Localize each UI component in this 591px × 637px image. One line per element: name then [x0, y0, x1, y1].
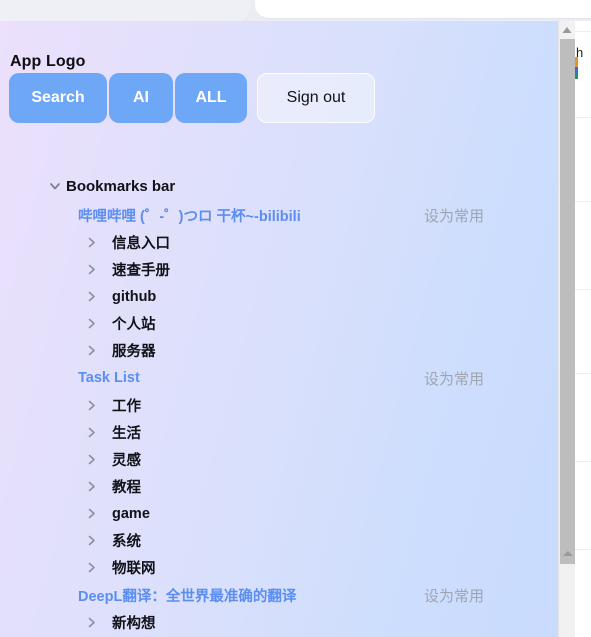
chevron-right-icon[interactable] [80, 290, 102, 303]
chevron-right-icon[interactable] [80, 507, 102, 520]
tree-item-label: game [112, 505, 150, 522]
tree-item-label: 速查手册 [112, 263, 170, 279]
search-button[interactable]: Search [9, 73, 107, 123]
bookmarks-popup-panel: App Logo Search AI ALL Sign out Bookmark… [0, 21, 570, 637]
sign-out-button[interactable]: Sign out [257, 73, 375, 123]
browser-toolbar [255, 0, 591, 19]
chevron-right-icon[interactable] [80, 480, 102, 493]
tree-item-xingousiang[interactable]: 新构想 [0, 609, 570, 636]
page-text-fragment: h [576, 45, 584, 60]
browser-chrome-strip [0, 0, 591, 22]
tree-item-gongzuo[interactable]: 工作 [0, 392, 570, 419]
tree-item-label: 新构想 [112, 616, 156, 632]
chevron-right-icon[interactable] [80, 399, 102, 412]
bookmark-link-deepl[interactable]: DeepL翻译：全世界最准确的翻译 设为常用 [0, 581, 570, 609]
tree-item-label: github [112, 288, 157, 305]
bookmark-link-bilibili[interactable]: 哔哩哔哩 (゜-゜)つロ 干杯~-bilibili 设为常用 [0, 201, 570, 229]
all-button[interactable]: ALL [175, 73, 247, 123]
chevron-right-icon[interactable] [80, 317, 102, 330]
bookmark-link-label: DeepL翻译：全世界最准确的翻译 [78, 588, 297, 605]
chevron-right-icon[interactable] [80, 263, 102, 276]
scrollbar-thumb[interactable] [560, 39, 575, 564]
tree-item-label: 系统 [112, 534, 141, 550]
chevron-right-icon[interactable] [80, 344, 102, 357]
tree-item-shenghuo[interactable]: 生活 [0, 419, 570, 446]
chevron-right-icon[interactable] [80, 561, 102, 574]
bookmark-link-label: Task List [78, 370, 140, 386]
bookmark-link-label: 哔哩哔哩 (゜-゜)つロ 干杯~-bilibili [78, 208, 301, 225]
app-logo: App Logo [10, 53, 86, 70]
tree-item-suchashouce[interactable]: 速查手册 [0, 256, 570, 283]
tree-item-label: 工作 [112, 399, 141, 415]
chevron-right-icon[interactable] [80, 236, 102, 249]
tree-item-label: 灵感 [112, 453, 141, 469]
tree-item-github[interactable]: github [0, 283, 570, 310]
page-colorbar-icon [575, 57, 578, 79]
chevron-down-icon[interactable] [44, 179, 66, 193]
set-favorite-badge[interactable]: 设为常用 [424, 585, 484, 606]
set-favorite-badge[interactable]: 设为常用 [424, 368, 484, 389]
tree-item-xitong[interactable]: 系统 [0, 527, 570, 554]
popup-scrollbar[interactable] [558, 21, 575, 637]
action-button-row: Search AI ALL Sign out [9, 73, 375, 123]
tree-item-fuwuqi[interactable]: 服务器 [0, 337, 570, 364]
set-favorite-badge[interactable]: 设为常用 [424, 205, 484, 226]
page-content-behind: h [575, 21, 591, 637]
ai-button[interactable]: AI [109, 73, 173, 123]
browser-tab[interactable] [0, 0, 250, 22]
bookmark-link-task-list[interactable]: Task List 设为常用 [0, 364, 570, 392]
chevron-right-icon[interactable] [80, 616, 102, 629]
tree-item-label: 服务器 [112, 344, 156, 360]
scroll-up-arrow-icon[interactable] [559, 21, 575, 38]
tree-item-linggan[interactable]: 灵感 [0, 446, 570, 473]
tree-root-label: Bookmarks bar [66, 177, 176, 195]
chevron-right-icon[interactable] [80, 426, 102, 439]
tree-item-wulianwang[interactable]: 物联网 [0, 554, 570, 581]
chevron-right-icon[interactable] [80, 453, 102, 466]
tree-item-label: 生活 [112, 426, 141, 442]
chevron-right-icon[interactable] [80, 534, 102, 547]
tree-item-label: 物联网 [112, 561, 156, 577]
tree-item-gerenzhan[interactable]: 个人站 [0, 310, 570, 337]
tree-item-xinxirukou[interactable]: 信息入口 [0, 229, 570, 256]
tree-item-label: 信息入口 [112, 236, 170, 252]
bookmarks-tree: Bookmarks bar 哔哩哔哩 (゜-゜)つロ 干杯~-bilibili … [0, 171, 570, 636]
tree-root-bookmarks-bar[interactable]: Bookmarks bar [0, 171, 570, 201]
tree-item-label: 个人站 [112, 317, 156, 333]
tree-item-game[interactable]: game [0, 500, 570, 527]
tree-item-label: 教程 [112, 480, 141, 496]
tree-item-jiaocheng[interactable]: 教程 [0, 473, 570, 500]
